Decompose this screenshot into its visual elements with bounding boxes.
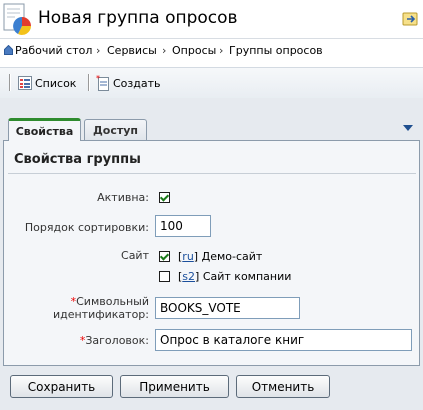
breadcrumb-item-services[interactable]: Сервисы <box>107 44 157 57</box>
active-checkbox[interactable] <box>159 192 170 203</box>
site-s2-name: Сайт компании <box>202 270 292 283</box>
breadcrumb-separator: › <box>162 44 167 57</box>
heading-input[interactable]: Опрос в каталоге книг <box>155 329 412 351</box>
save-button[interactable]: Сохранить <box>10 375 113 398</box>
site-ru-name: Демо-сайт <box>201 250 263 263</box>
breadcrumb-separator: › <box>219 44 224 57</box>
toolbar-separator <box>88 74 90 91</box>
site-s2-option: [s2] Сайт компании <box>178 270 292 283</box>
help-icon[interactable] <box>402 10 420 28</box>
create-icon: * <box>96 75 109 91</box>
list-button[interactable]: Список <box>18 72 76 94</box>
home-icon[interactable] <box>4 45 13 55</box>
apply-button[interactable]: Применить <box>120 375 229 398</box>
active-label: Активна: <box>97 191 149 204</box>
site-ru-code-link[interactable]: ru <box>182 250 194 263</box>
create-button-label: Создать <box>113 76 161 90</box>
breadcrumb-item-desktop[interactable]: Рабочий стол <box>15 44 92 57</box>
toolbar-separator <box>9 74 11 91</box>
poll-group-icon <box>3 3 31 35</box>
breadcrumb-item-poll-groups[interactable]: Группы опросов <box>229 44 323 57</box>
tab-access[interactable]: Доступ <box>84 119 147 141</box>
tab-properties[interactable]: Свойства <box>8 118 81 141</box>
svg-text:*: * <box>96 75 100 83</box>
site-label: Сайт <box>121 249 149 262</box>
list-icon <box>18 76 32 90</box>
create-button[interactable]: * Создать <box>96 72 161 94</box>
page-title: Новая группа опросов <box>38 8 238 28</box>
sort-input[interactable]: 100 <box>155 215 211 237</box>
site-s2-code-link[interactable]: s2 <box>182 270 195 283</box>
cancel-button[interactable]: Отменить <box>236 375 330 398</box>
sort-label: Порядок сортировки: <box>24 221 149 234</box>
breadcrumb-item-polls[interactable]: Опросы <box>172 44 216 57</box>
section-title: Свойства группы <box>14 152 141 167</box>
section-divider <box>8 173 416 174</box>
site-ru-checkbox[interactable] <box>159 251 170 262</box>
heading-label: *Заголовок: <box>79 334 149 347</box>
symbolic-id-input[interactable]: BOOKS_VOTE <box>155 297 300 319</box>
symbolic-id-label: *Символьный идентификатор: <box>52 295 149 321</box>
collapse-tabs-icon[interactable] <box>403 125 413 131</box>
site-s2-checkbox[interactable] <box>159 271 170 282</box>
list-button-label: Список <box>35 76 77 90</box>
breadcrumb-separator: › <box>96 44 101 57</box>
site-ru-option: [ru] Демо-сайт <box>178 250 263 263</box>
